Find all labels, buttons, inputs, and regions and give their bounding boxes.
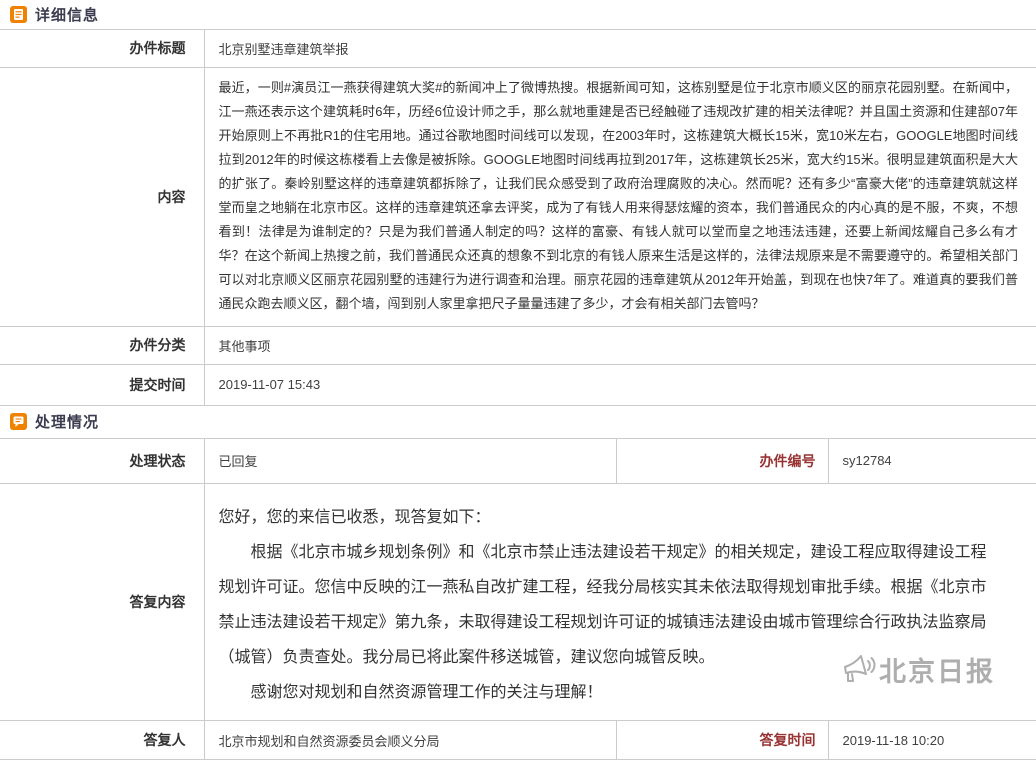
category-label: 办件分类 <box>0 326 204 364</box>
submit-time-value: 2019-11-07 15:43 <box>204 364 1036 405</box>
content-value: 最近，一则#演员江一燕获得建筑大奖#的新闻冲上了微博热搜。根据新闻可知，这栋别墅… <box>204 67 1036 326</box>
reply-paragraph: 根据《北京市城乡规划条例》和《北京市禁止违法建设若干规定》的相关规定，建设工程应… <box>219 535 1003 675</box>
detail-table: 办件标题 北京别墅违章建筑举报 内容 最近，一则#演员江一燕获得建筑大奖#的新闻… <box>0 30 1036 406</box>
reply-content-row: 答复内容 您好，您的来信已收悉，现答复如下： 根据《北京市城乡规划条例》和《北京… <box>0 484 1036 721</box>
detail-section-title: 详细信息 <box>35 4 99 25</box>
process-section-title: 处理情况 <box>35 411 99 432</box>
complaint-detail-page: 详细信息 办件标题 北京别墅违章建筑举报 内容 最近，一则#演员江一燕获得建筑大… <box>0 0 1036 704</box>
reply-paragraph: 您好，您的来信已收悉，现答复如下： <box>219 500 1003 535</box>
content-row: 内容 最近，一则#演员江一燕获得建筑大奖#的新闻冲上了微博热搜。根据新闻可知，这… <box>0 67 1036 326</box>
case-title-value: 北京别墅违章建筑举报 <box>204 30 1036 67</box>
replier-row: 答复人 北京市规划和自然资源委员会顺义分局 答复时间 2019-11-18 10… <box>0 721 1036 760</box>
content-label: 内容 <box>0 67 204 326</box>
detail-section-header: 详细信息 <box>0 0 1036 30</box>
submit-time-row: 提交时间 2019-11-07 15:43 <box>0 364 1036 405</box>
replier-value: 北京市规划和自然资源委员会顺义分局 <box>204 721 616 760</box>
reply-time-value: 2019-11-18 10:20 <box>828 721 1036 760</box>
status-value: 已回复 <box>204 439 616 484</box>
replier-label: 答复人 <box>0 721 204 760</box>
case-no-value: sy12784 <box>828 439 1036 484</box>
process-table: 处理状态 已回复 办件编号 sy12784 答复内容 您好，您的来信已收悉，现答… <box>0 439 1036 760</box>
reply-content-label: 答复内容 <box>0 484 204 721</box>
status-label: 处理状态 <box>0 439 204 484</box>
category-value: 其他事项 <box>204 326 1036 364</box>
process-section-header: 处理情况 <box>0 406 1036 439</box>
case-title-row: 办件标题 北京别墅违章建筑举报 <box>0 30 1036 67</box>
reply-content-value: 您好，您的来信已收悉，现答复如下： 根据《北京市城乡规划条例》和《北京市禁止违法… <box>204 484 1036 721</box>
category-row: 办件分类 其他事项 <box>0 326 1036 364</box>
case-title-label: 办件标题 <box>0 30 204 67</box>
submit-time-label: 提交时间 <box>0 364 204 405</box>
document-icon <box>10 6 27 23</box>
reply-bubble-icon <box>10 413 27 430</box>
case-no-label: 办件编号 <box>616 439 828 484</box>
reply-paragraph: 感谢您对规划和自然资源管理工作的关注与理解！ <box>219 675 1003 710</box>
status-row: 处理状态 已回复 办件编号 sy12784 <box>0 439 1036 484</box>
reply-time-label: 答复时间 <box>616 721 828 760</box>
